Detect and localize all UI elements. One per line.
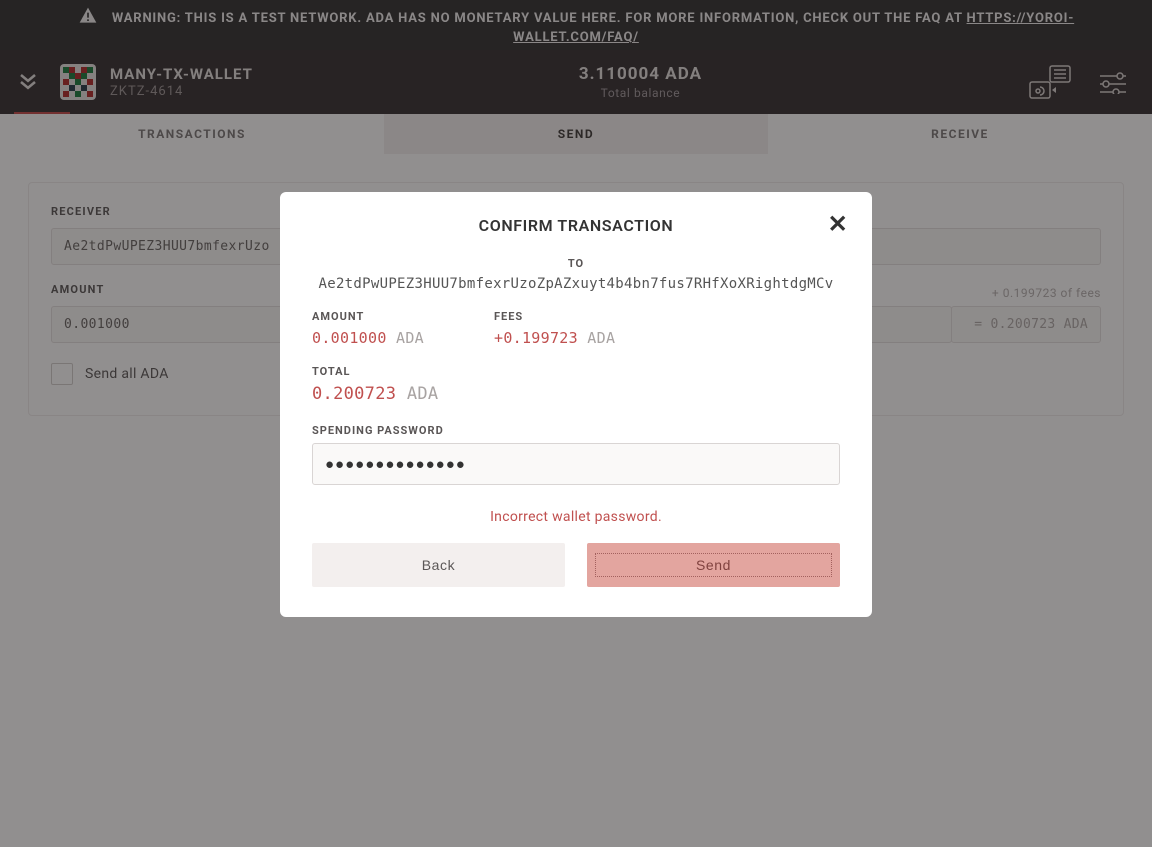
to-address: Ae2tdPwUPEZ3HUU7bmfexrUzoZpAZxuyt4b4bn7f… (312, 276, 840, 292)
dialog-amount-value: 0.001000 (312, 329, 387, 347)
dialog-amount-label: AMOUNT (312, 310, 424, 323)
dialog-total-value: 0.200723 (312, 384, 396, 404)
back-button[interactable]: Back (312, 543, 565, 587)
close-icon[interactable]: ✕ (828, 212, 848, 236)
confirm-transaction-dialog: CONFIRM TRANSACTION ✕ TO Ae2tdPwUPEZ3HUU… (280, 192, 872, 617)
dialog-total-unit: ADA (396, 384, 438, 404)
dialog-fees-unit: ADA (578, 329, 615, 347)
dialog-total-label: TOTAL (312, 365, 840, 378)
to-label: TO (312, 257, 840, 270)
spending-password-input[interactable]: ●●●●●●●●●●●●●● (312, 443, 840, 485)
dialog-fees-value: +0.199723 (494, 329, 578, 347)
send-button-label: Send (595, 553, 832, 577)
send-button[interactable]: Send (587, 543, 840, 587)
dialog-title: CONFIRM TRANSACTION (312, 216, 840, 235)
error-message: Incorrect wallet password. (312, 509, 840, 525)
password-label: SPENDING PASSWORD (312, 424, 840, 437)
modal-overlay: CONFIRM TRANSACTION ✕ TO Ae2tdPwUPEZ3HUU… (0, 0, 1152, 847)
dialog-fees-label: FEES (494, 310, 615, 323)
dialog-amount-unit: ADA (387, 329, 424, 347)
